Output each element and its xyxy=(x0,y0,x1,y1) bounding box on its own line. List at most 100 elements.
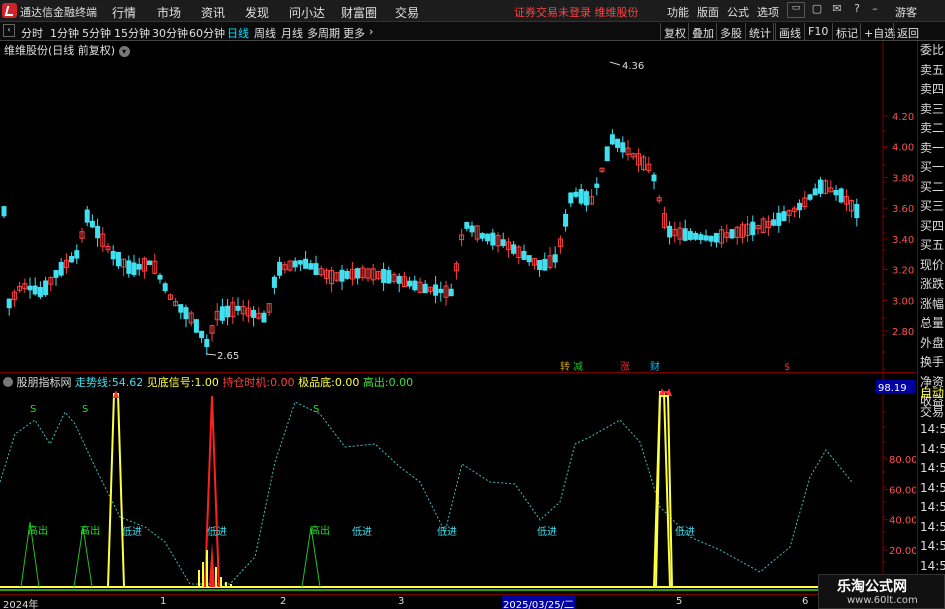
candle-down[interactable] xyxy=(147,260,153,266)
menu-trade[interactable]: 交易 xyxy=(395,4,419,21)
candle-down[interactable] xyxy=(448,288,454,297)
back-arrow-icon[interactable]: ‹ xyxy=(3,24,15,37)
candle-down[interactable] xyxy=(313,263,319,276)
candle-down[interactable] xyxy=(750,221,756,236)
candle-down[interactable] xyxy=(703,235,709,241)
candle-down[interactable] xyxy=(261,312,267,323)
candle-down[interactable] xyxy=(136,263,142,270)
candle-down[interactable] xyxy=(771,219,777,226)
candle-down[interactable] xyxy=(396,275,402,284)
period-monthly[interactable]: 月线 xyxy=(281,25,303,41)
candle-down[interactable] xyxy=(74,250,80,259)
price-candlestick-chart[interactable]: 4.20 4.00 3.80 3.60 3.40 3.20 3.00 2.80 4.36 2.… xyxy=(0,41,916,372)
tick-time-item[interactable]: 14:56 xyxy=(918,520,945,540)
candle-down[interactable] xyxy=(854,203,860,219)
candle-down[interactable] xyxy=(95,225,101,239)
candle-down[interactable] xyxy=(807,194,813,200)
candle-down[interactable] xyxy=(469,225,475,233)
toolbar-adjust-price[interactable]: 复权 xyxy=(660,23,689,40)
side-panel-item[interactable]: 涨幅 xyxy=(918,295,945,315)
candle-down[interactable] xyxy=(277,261,283,276)
candle-down[interactable] xyxy=(812,188,818,196)
login-notice[interactable]: 证券交易未登录 维维股份 xyxy=(514,4,639,20)
candle-down[interactable] xyxy=(573,191,579,197)
candle-down[interactable] xyxy=(27,285,33,291)
candle-down[interactable] xyxy=(219,306,225,321)
period-more[interactable]: 更多 xyxy=(343,25,365,41)
candle-down[interactable] xyxy=(32,285,38,295)
event-marker[interactable]: 减 xyxy=(573,361,583,372)
candle-down[interactable] xyxy=(339,269,345,282)
candle-down[interactable] xyxy=(84,209,90,223)
side-panel-item[interactable]: 涨跌 xyxy=(918,275,945,295)
candle-down[interactable] xyxy=(500,239,506,247)
candle-down[interactable] xyxy=(178,304,184,313)
candle-down[interactable] xyxy=(407,280,413,287)
period-multi[interactable]: 多周期 xyxy=(307,25,340,41)
candle-down[interactable] xyxy=(225,305,231,318)
tick-time-item[interactable]: 14:56 xyxy=(918,442,945,462)
candle-down[interactable] xyxy=(511,244,517,254)
help-icon[interactable]: ? xyxy=(848,2,866,18)
candle-down[interactable] xyxy=(708,235,714,242)
candle-down[interactable] xyxy=(667,225,673,238)
candle-down[interactable] xyxy=(235,305,241,311)
candle-down[interactable] xyxy=(797,202,803,211)
side-panel-item[interactable]: 买二 xyxy=(918,178,945,198)
candle-down[interactable] xyxy=(297,260,303,265)
candle-down[interactable] xyxy=(193,319,199,333)
menu-formula[interactable]: 公式 xyxy=(727,4,749,20)
tick-time-item[interactable]: 14:56 xyxy=(918,539,945,559)
toolbar-f10[interactable]: F10 xyxy=(804,23,831,40)
candle-down[interactable] xyxy=(251,309,257,318)
candle-down[interactable] xyxy=(303,258,309,269)
candle-down[interactable] xyxy=(537,260,543,271)
candle-down[interactable] xyxy=(308,263,314,270)
candle-down[interactable] xyxy=(110,250,116,260)
side-panel-item[interactable]: 卖五 xyxy=(918,61,945,81)
period-5min[interactable]: 5分钟 xyxy=(82,25,111,41)
candle-down[interactable] xyxy=(578,189,584,204)
candle-down[interactable] xyxy=(412,280,418,291)
menu-layout[interactable]: 版面 xyxy=(697,4,719,20)
candle-down[interactable] xyxy=(729,229,735,239)
indicator-settings-icon[interactable] xyxy=(3,377,13,387)
side-panel-item[interactable]: 买四 xyxy=(918,217,945,237)
candle-down[interactable] xyxy=(6,298,12,309)
event-marker[interactable]: 财 xyxy=(650,360,660,372)
toolbar-multi-stock[interactable]: 多股 xyxy=(716,23,745,40)
candle-down[interactable] xyxy=(422,283,428,294)
toolbar-overlay[interactable]: 叠加 xyxy=(688,23,717,40)
period-1min[interactable]: 1分钟 xyxy=(50,25,79,41)
more-chevron-icon[interactable]: › xyxy=(369,25,373,38)
candle-down[interactable] xyxy=(1,206,7,217)
candle-down[interactable] xyxy=(687,231,693,240)
candle-down[interactable] xyxy=(464,222,470,229)
candle-down[interactable] xyxy=(563,213,569,227)
candle-down[interactable] xyxy=(381,268,387,283)
auto-trade-item[interactable]: 自动 xyxy=(918,384,945,403)
candle-down[interactable] xyxy=(157,274,163,280)
candle-down[interactable] xyxy=(479,233,485,239)
side-panel-item[interactable]: 卖一 xyxy=(918,139,945,159)
side-panel-item[interactable]: 现价 xyxy=(918,256,945,276)
menu-news[interactable]: 资讯 xyxy=(201,4,225,21)
candle-down[interactable] xyxy=(43,280,49,296)
menu-ask-xiaoda[interactable]: 问小达 xyxy=(289,4,325,21)
candle-down[interactable] xyxy=(568,192,574,204)
candle-down[interactable] xyxy=(89,220,95,228)
period-daily[interactable]: 日线 xyxy=(227,25,249,41)
side-panel-item[interactable]: 买一 xyxy=(918,158,945,178)
period-30min[interactable]: 30分钟 xyxy=(152,25,188,41)
candle-down[interactable] xyxy=(162,283,168,292)
side-panel-item[interactable]: 卖三 xyxy=(918,100,945,120)
event-marker[interactable]: 转 xyxy=(560,360,570,372)
candle-down[interactable] xyxy=(37,286,43,297)
candle-down[interactable] xyxy=(781,211,787,222)
candle-down[interactable] xyxy=(355,268,361,279)
side-panel-item[interactable]: 总量 xyxy=(918,314,945,334)
candle-down[interactable] xyxy=(521,250,527,260)
auto-trade-item[interactable]: 交易 xyxy=(918,403,945,422)
candle-down[interactable] xyxy=(204,338,210,348)
candle-down[interactable] xyxy=(344,270,350,279)
